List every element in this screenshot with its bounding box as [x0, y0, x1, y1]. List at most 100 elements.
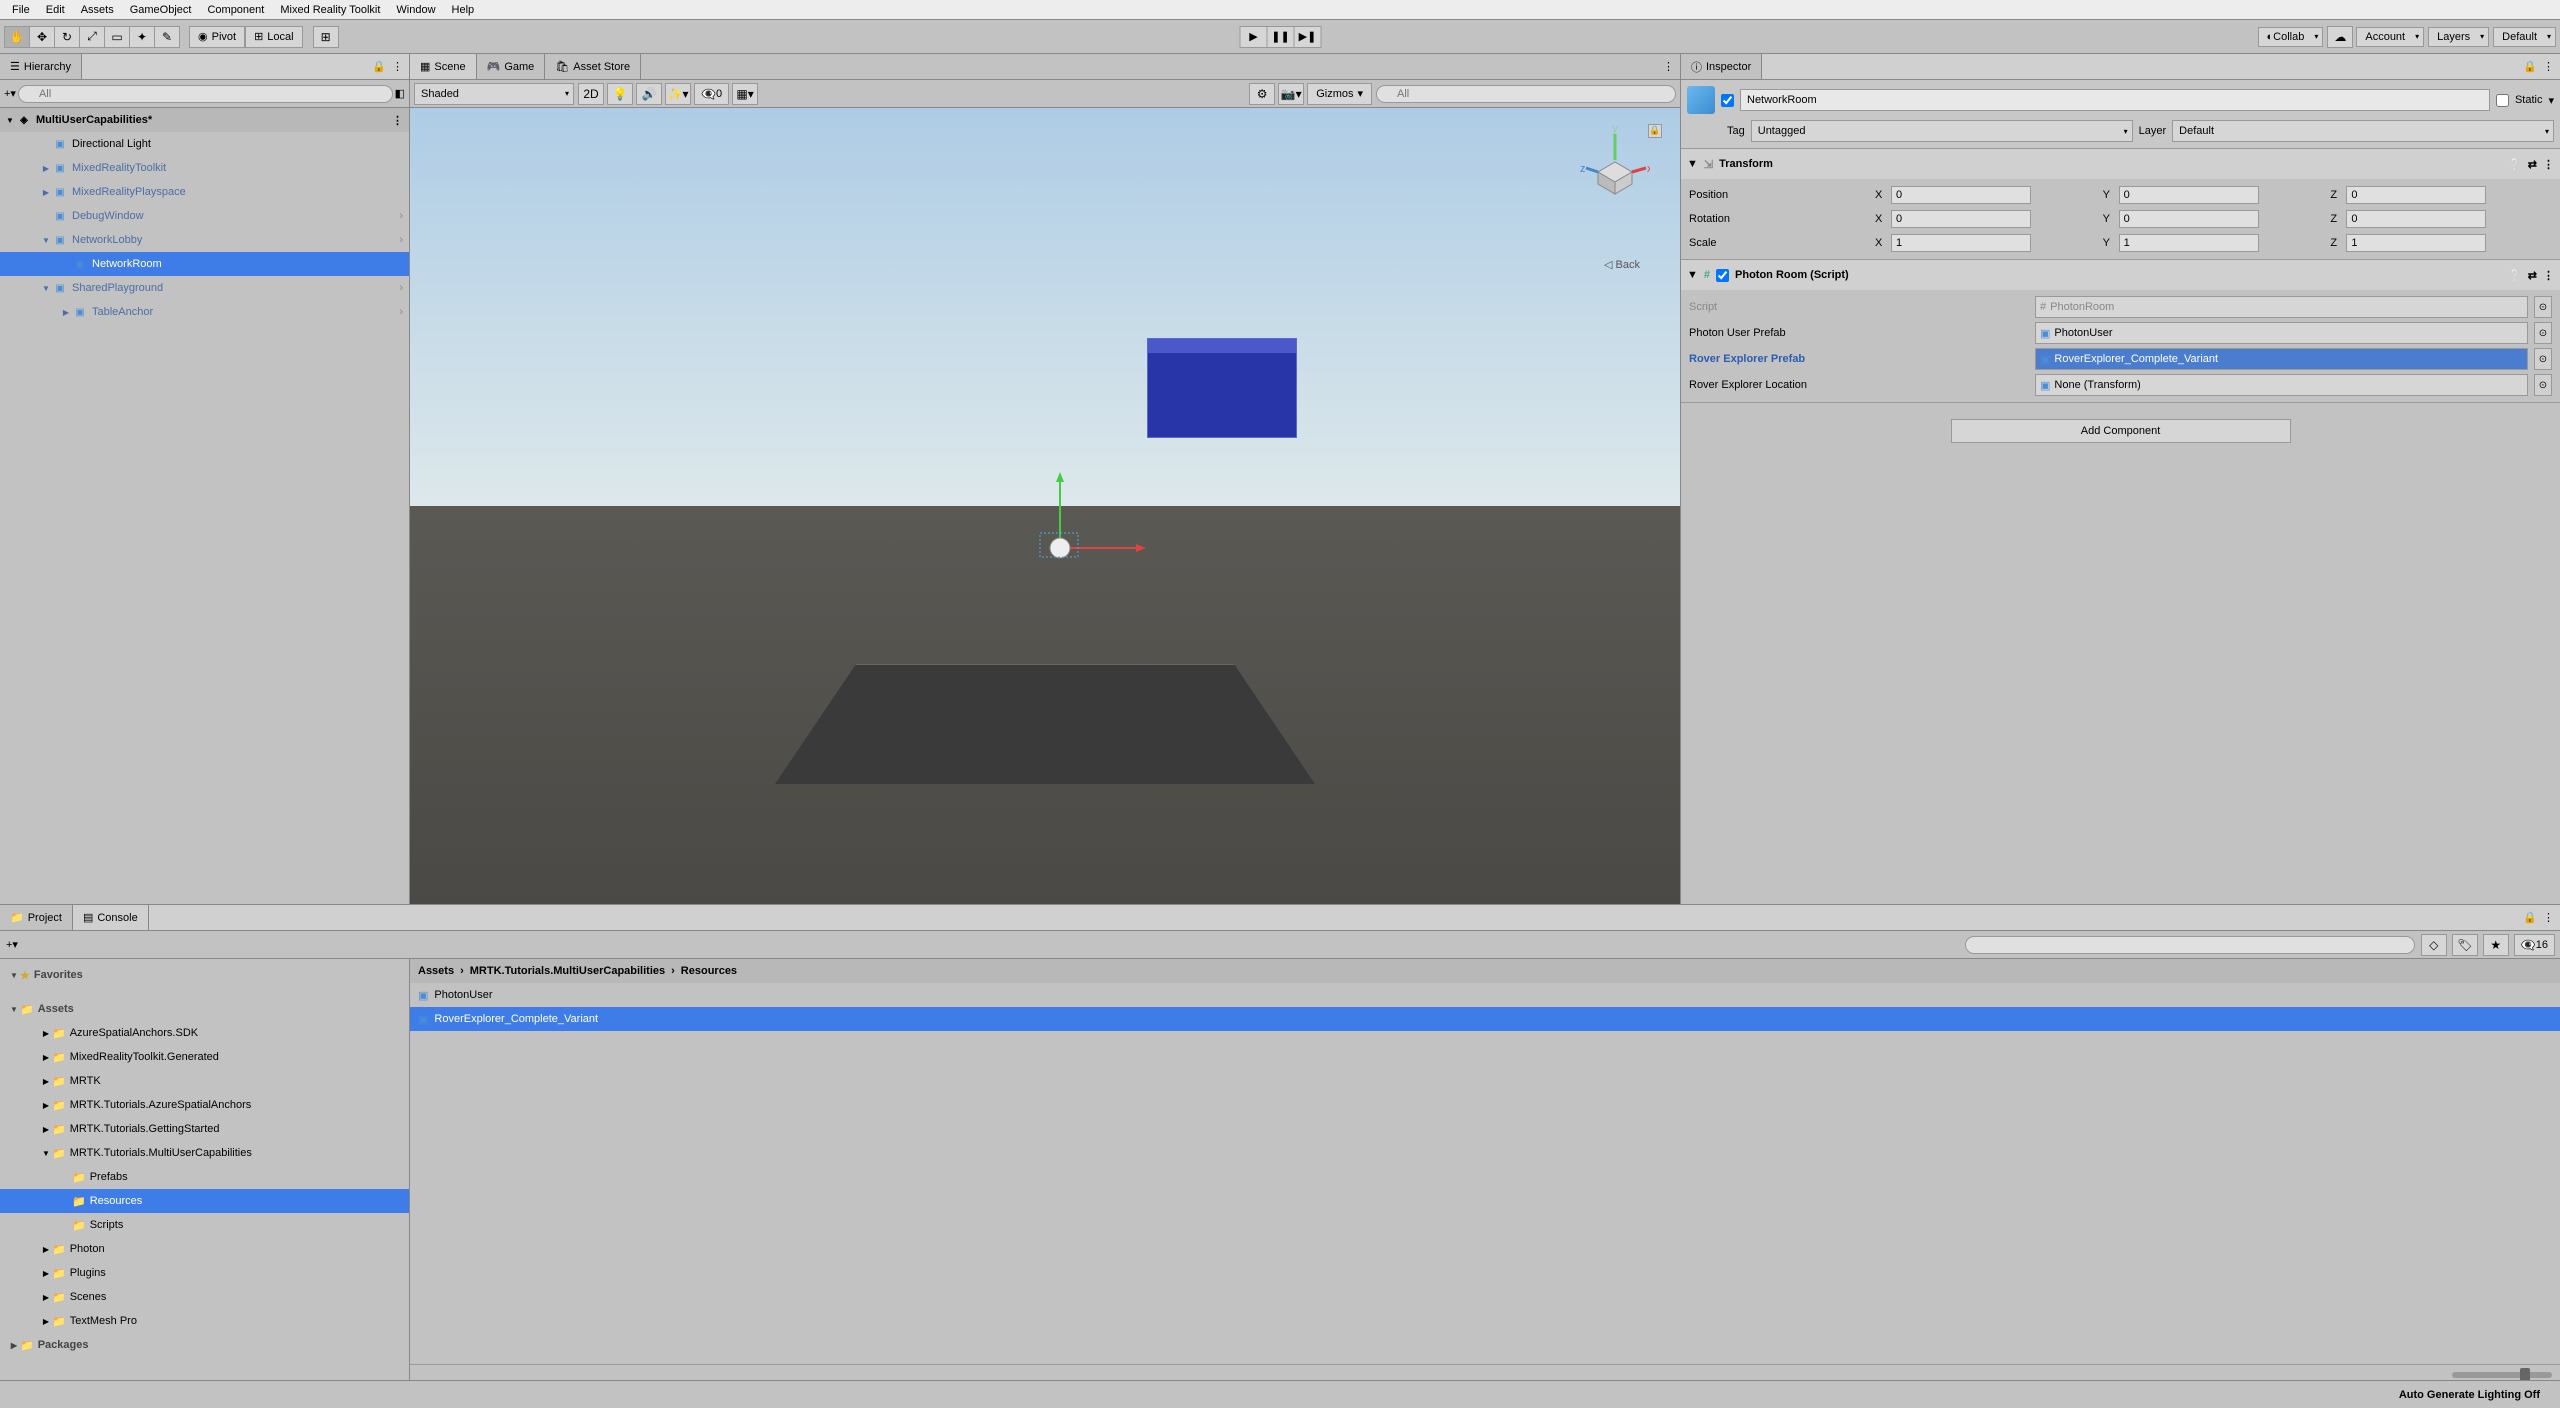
- menu-mrtk[interactable]: Mixed Reality Toolkit: [272, 4, 388, 16]
- context-menu-icon[interactable]: ⋮: [2543, 911, 2554, 924]
- camera-settings[interactable]: ⚙: [1249, 83, 1275, 105]
- reset-icon[interactable]: ⇄: [2528, 269, 2537, 282]
- snap-toggle[interactable]: ⊞: [313, 26, 339, 48]
- transform-tool[interactable]: ✦: [129, 26, 155, 48]
- rect-tool[interactable]: ▭: [104, 26, 130, 48]
- hierarchy-search[interactable]: [18, 85, 393, 103]
- object-picker-icon[interactable]: ⊙: [2534, 348, 2552, 370]
- scene-search[interactable]: [1376, 85, 1676, 103]
- context-menu-icon[interactable]: ⋮: [392, 60, 403, 73]
- gameobject-name-input[interactable]: [1740, 89, 2490, 111]
- hierarchy-item[interactable]: ▼▣NetworkLobby›: [0, 228, 409, 252]
- camera-icon[interactable]: 📷▾: [1278, 83, 1304, 105]
- scene-visibility-icon[interactable]: ◧: [395, 87, 405, 100]
- folder-item[interactable]: ▶📁Photon: [0, 1237, 409, 1261]
- hidden-packages[interactable]: 👁‍🗨 16: [2514, 934, 2555, 956]
- tag-dropdown[interactable]: Untagged: [1751, 120, 2133, 142]
- component-enabled-checkbox[interactable]: [1716, 269, 1729, 282]
- lighting-toggle[interactable]: 💡: [607, 83, 633, 105]
- scene-root[interactable]: ▼ ◈ MultiUserCapabilities* ⋮: [0, 108, 409, 132]
- x-input[interactable]: [1891, 186, 2031, 204]
- folder-item[interactable]: ▶📁MRTK.Tutorials.AzureSpatialAnchors: [0, 1093, 409, 1117]
- shading-mode[interactable]: Shaded: [414, 83, 574, 105]
- scene-view[interactable]: y x z 🔒 ◁ Back: [410, 108, 1680, 904]
- object-field[interactable]: ▣PhotonUser: [2035, 322, 2528, 344]
- folder-item[interactable]: ▶📁MRTK.Tutorials.GettingStarted: [0, 1117, 409, 1141]
- folder-item[interactable]: ▶📁MRTK: [0, 1069, 409, 1093]
- z-input[interactable]: [2346, 234, 2486, 252]
- hand-tool[interactable]: ✋: [4, 26, 30, 48]
- pause-button[interactable]: ❚❚: [1267, 26, 1295, 48]
- hidden-count[interactable]: 👁‍🗨 0: [694, 83, 729, 105]
- folder-item[interactable]: 📁Prefabs: [0, 1165, 409, 1189]
- pivot-toggle[interactable]: ◉Pivot: [189, 26, 245, 48]
- menu-help[interactable]: Help: [444, 4, 483, 16]
- favorites-item[interactable]: ▼★ Favorites: [0, 963, 409, 987]
- console-tab[interactable]: ▤ Console: [73, 905, 149, 930]
- asset-size-slider[interactable]: [2452, 1372, 2552, 1378]
- fx-toggle[interactable]: ✨▾: [665, 83, 691, 105]
- folder-item[interactable]: ▶📁MixedRealityToolkit.Generated: [0, 1045, 409, 1069]
- foldout-icon[interactable]: ▼: [1687, 269, 1698, 281]
- scene-menu-icon[interactable]: ⋮: [392, 114, 403, 127]
- game-tab[interactable]: 🎮 Game: [477, 54, 546, 79]
- breadcrumb-item[interactable]: MRTK.Tutorials.MultiUserCapabilities: [470, 965, 665, 977]
- reset-icon[interactable]: ⇄: [2528, 158, 2537, 171]
- create-dropdown[interactable]: +▾: [4, 87, 16, 100]
- project-tab[interactable]: 📁 Project: [0, 905, 73, 930]
- layers-dropdown[interactable]: Layers: [2428, 27, 2489, 47]
- folder-item[interactable]: 📁Resources: [0, 1189, 409, 1213]
- lock-icon[interactable]: 🔒: [2523, 60, 2537, 73]
- asset-item[interactable]: ▣RoverExplorer_Complete_Variant: [410, 1007, 2560, 1031]
- move-gizmo[interactable]: [1020, 458, 1160, 598]
- static-checkbox[interactable]: [2496, 94, 2509, 107]
- object-picker-icon[interactable]: ⊙: [2534, 322, 2552, 344]
- favorite-icon[interactable]: ★: [2483, 934, 2509, 956]
- folder-item[interactable]: ▶📁TextMesh Pro: [0, 1309, 409, 1333]
- assets-root[interactable]: ▼📁 Assets: [0, 997, 409, 1021]
- breadcrumb[interactable]: Assets › MRTK.Tutorials.MultiUserCapabil…: [410, 959, 2560, 983]
- layer-dropdown[interactable]: Default: [2172, 120, 2554, 142]
- inspector-tab[interactable]: ⓘ Inspector: [1681, 54, 1762, 79]
- y-input[interactable]: [2119, 210, 2259, 228]
- collab-dropdown[interactable]: ◐ Collab: [2258, 27, 2324, 47]
- help-icon[interactable]: ❔: [2508, 269, 2522, 282]
- hierarchy-item[interactable]: ▶▣TableAnchor›: [0, 300, 409, 324]
- active-checkbox[interactable]: [1721, 94, 1734, 107]
- menu-gameobject[interactable]: GameObject: [122, 4, 200, 16]
- hierarchy-tab[interactable]: ☰ Hierarchy: [0, 54, 82, 79]
- hierarchy-item[interactable]: ▶▣MixedRealityToolkit: [0, 156, 409, 180]
- menu-window[interactable]: Window: [388, 4, 443, 16]
- menu-assets[interactable]: Assets: [73, 4, 122, 16]
- lock-gizmo-icon[interactable]: 🔒: [1648, 124, 1662, 138]
- folder-item[interactable]: ▶📁AzureSpatialAnchors.SDK: [0, 1021, 409, 1045]
- maximize-icon[interactable]: ⋮: [1663, 60, 1674, 73]
- folder-item[interactable]: 📁Scripts: [0, 1213, 409, 1237]
- menu-component[interactable]: Component: [199, 4, 272, 16]
- hierarchy-item[interactable]: ▼▣SharedPlayground›: [0, 276, 409, 300]
- hierarchy-item[interactable]: ▣DebugWindow›: [0, 204, 409, 228]
- audio-toggle[interactable]: 🔊: [636, 83, 662, 105]
- layout-dropdown[interactable]: Default: [2493, 27, 2556, 47]
- object-field[interactable]: ▣None (Transform): [2035, 374, 2528, 396]
- menu-file[interactable]: File: [4, 4, 38, 16]
- static-dropdown-icon[interactable]: ▾: [2548, 94, 2554, 107]
- scene-tab[interactable]: ▦ Scene: [410, 54, 477, 79]
- lock-icon[interactable]: 🔒: [2523, 911, 2537, 924]
- hierarchy-item[interactable]: ▶▣MixedRealityPlayspace: [0, 180, 409, 204]
- menu-edit[interactable]: Edit: [38, 4, 73, 16]
- hierarchy-item[interactable]: ▣Directional Light: [0, 132, 409, 156]
- move-tool[interactable]: ✥: [29, 26, 55, 48]
- z-input[interactable]: [2346, 186, 2486, 204]
- filter-by-type-icon[interactable]: ◇: [2421, 934, 2447, 956]
- object-picker-icon[interactable]: ⊙: [2534, 374, 2552, 396]
- 2d-toggle[interactable]: 2D: [578, 83, 604, 105]
- project-search[interactable]: [1965, 936, 2415, 954]
- packages-root[interactable]: ▶📁 Packages: [0, 1333, 409, 1357]
- status-bar[interactable]: Auto Generate Lighting Off: [0, 1380, 2560, 1408]
- component-menu-icon[interactable]: ⋮: [2543, 269, 2554, 282]
- local-toggle[interactable]: ⊞Local: [245, 26, 303, 48]
- component-menu-icon[interactable]: ⋮: [2543, 158, 2554, 171]
- object-field[interactable]: ▣RoverExplorer_Complete_Variant: [2035, 348, 2528, 370]
- custom-tool[interactable]: ✎: [154, 26, 180, 48]
